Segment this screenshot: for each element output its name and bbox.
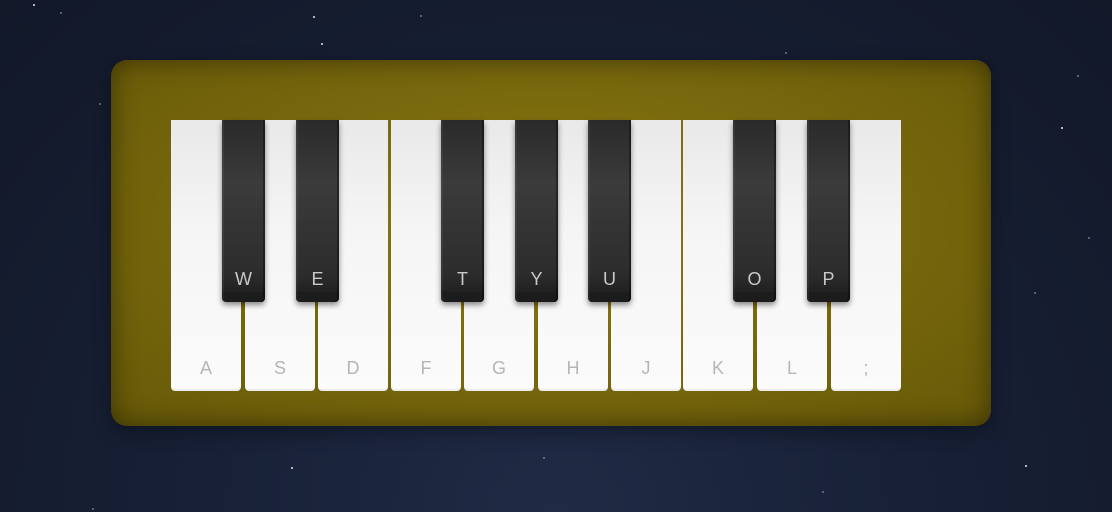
key-label: W	[235, 269, 252, 289]
star	[33, 4, 35, 6]
piano-keyboard: A S D F G H J K L ; W E T Y U O P	[111, 60, 991, 426]
black-key-u[interactable]: U	[588, 120, 631, 302]
black-key-w[interactable]: W	[222, 120, 265, 302]
key-label: E	[311, 269, 324, 289]
star	[1088, 237, 1090, 239]
key-label: T	[457, 269, 468, 289]
key-label: L	[786, 358, 797, 378]
key-label: F	[420, 358, 432, 378]
star	[1025, 465, 1027, 467]
key-label: S	[273, 358, 286, 378]
star	[822, 491, 824, 493]
key-label: P	[822, 269, 835, 289]
star	[543, 457, 545, 459]
key-label: Y	[530, 269, 543, 289]
key-label: U	[603, 269, 616, 289]
black-key-t[interactable]: T	[441, 120, 484, 302]
black-key-y[interactable]: Y	[515, 120, 558, 302]
key-label: G	[491, 358, 506, 378]
key-label: ;	[863, 358, 869, 378]
star	[313, 16, 315, 18]
star	[785, 52, 787, 54]
key-label: H	[566, 358, 580, 378]
star	[1077, 75, 1079, 77]
black-key-o[interactable]: O	[733, 120, 776, 302]
star	[420, 15, 422, 17]
black-key-e[interactable]: E	[296, 120, 339, 302]
key-label: A	[199, 358, 212, 378]
key-label: O	[747, 269, 762, 289]
key-label: K	[711, 358, 724, 378]
star	[1061, 127, 1063, 129]
star	[321, 43, 323, 45]
star	[1034, 292, 1036, 294]
star	[99, 103, 101, 105]
star	[291, 467, 293, 469]
star	[92, 508, 94, 510]
key-label: J	[641, 358, 651, 378]
key-label: D	[346, 358, 360, 378]
black-key-p[interactable]: P	[807, 120, 850, 302]
star	[60, 12, 62, 14]
